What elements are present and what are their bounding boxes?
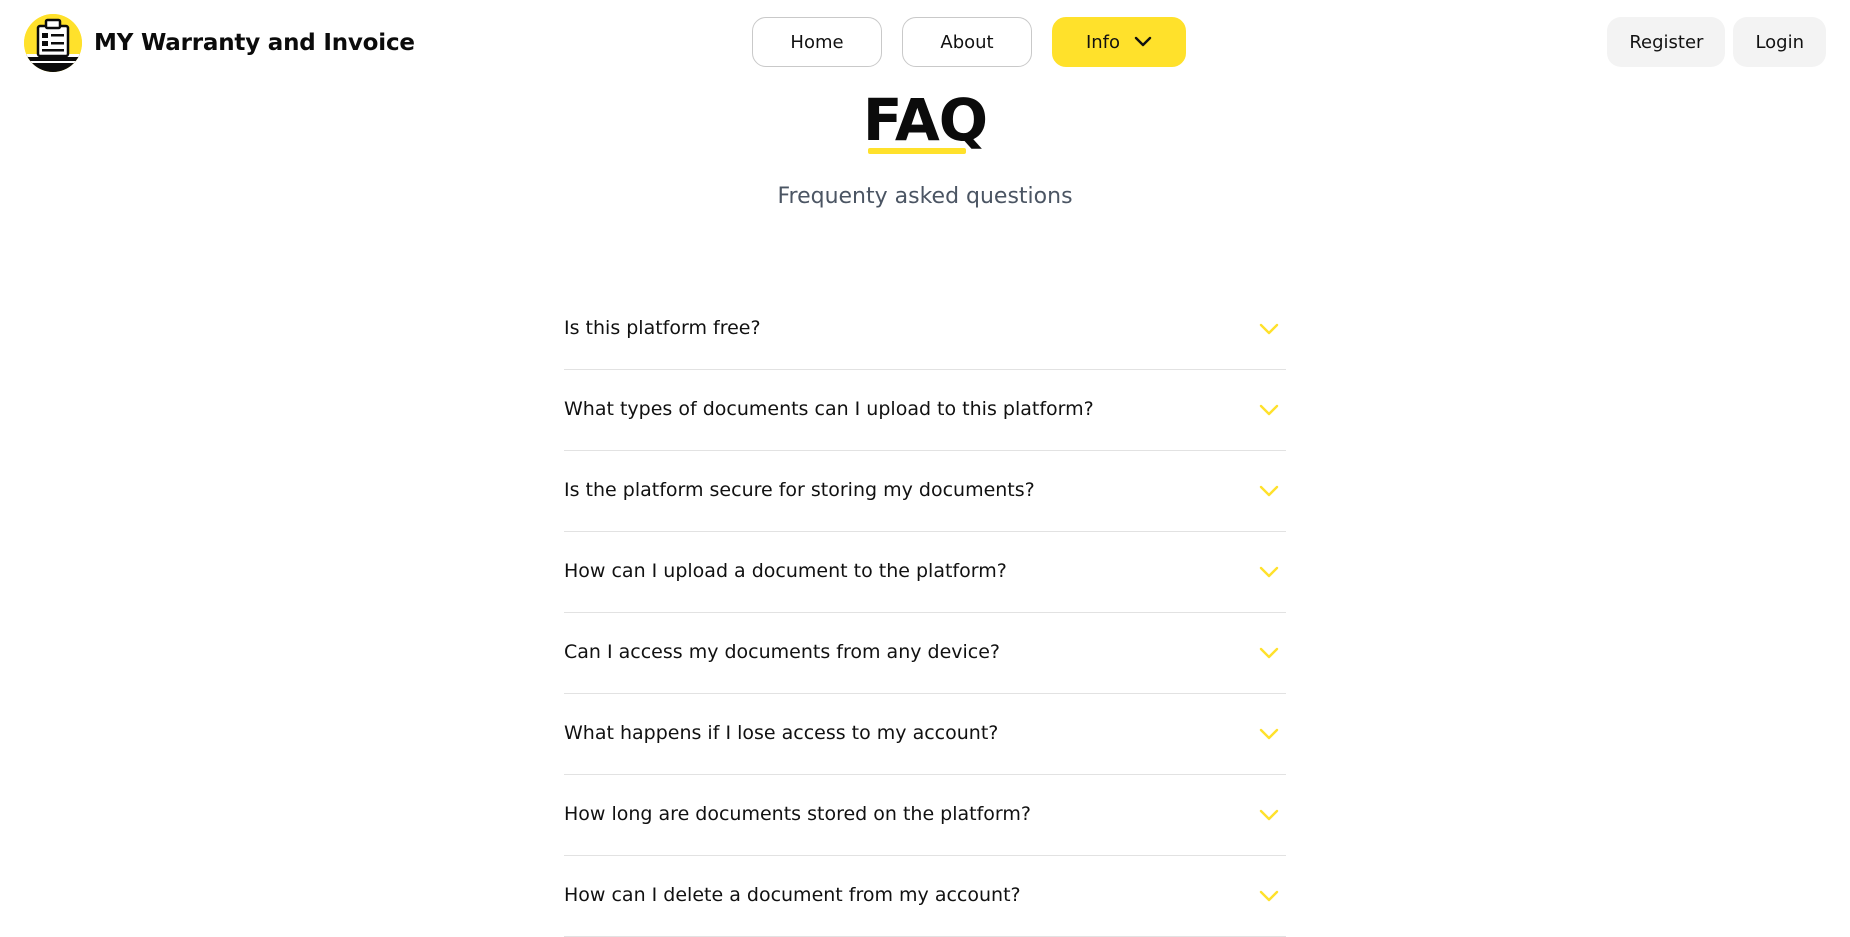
faq-question: What happens if I lose access to my acco… <box>564 722 999 744</box>
faq-question: What types of documents can I upload to … <box>564 398 1094 420</box>
chevron-down-icon[interactable] <box>1258 885 1280 907</box>
faq-item[interactable]: How can I delete a document from my acco… <box>564 856 1286 937</box>
faq-question: How long are documents stored on the pla… <box>564 803 1032 825</box>
navbar: MY Warranty and Invoice Home About Info … <box>0 0 1850 88</box>
faq-item[interactable]: Is the platform secure for storing my do… <box>564 451 1286 532</box>
faq-question: How can I upload a document to the platf… <box>564 560 1007 582</box>
faq-question: Can I access my documents from any devic… <box>564 641 1001 663</box>
chevron-down-icon[interactable] <box>1258 723 1280 745</box>
chevron-down-icon[interactable] <box>1258 318 1280 340</box>
faq-question: Is the platform secure for storing my do… <box>564 479 1035 501</box>
chevron-down-icon[interactable] <box>1258 561 1280 583</box>
login-button[interactable]: Login <box>1733 17 1826 67</box>
faq-item[interactable]: Can I access my documents from any devic… <box>564 613 1286 694</box>
faq-list: Is this platform free? What types of doc… <box>564 289 1286 937</box>
chevron-down-icon <box>1134 32 1152 53</box>
nav-home-button[interactable]: Home <box>752 17 882 67</box>
page-title: FAQ <box>862 86 988 154</box>
faq-item[interactable]: What happens if I lose access to my acco… <box>564 694 1286 775</box>
nav-about-button[interactable]: About <box>902 17 1032 67</box>
faq-item[interactable]: How long are documents stored on the pla… <box>564 775 1286 856</box>
main-nav: Home About Info <box>752 17 1186 67</box>
faq-item[interactable]: Is this platform free? <box>564 289 1286 370</box>
faq-question: Is this platform free? <box>564 317 761 339</box>
chevron-down-icon[interactable] <box>1258 399 1280 421</box>
nav-info-dropdown[interactable]: Info <box>1052 17 1186 67</box>
brand[interactable]: MY Warranty and Invoice <box>24 14 415 72</box>
brand-name: MY Warranty and Invoice <box>94 30 415 56</box>
nav-info-label: Info <box>1085 31 1121 53</box>
warranty-logo-icon <box>24 14 82 72</box>
register-button[interactable]: Register <box>1607 17 1726 67</box>
chevron-down-icon[interactable] <box>1258 804 1280 826</box>
chevron-down-icon[interactable] <box>1258 642 1280 664</box>
faq-item[interactable]: How can I upload a document to the platf… <box>564 532 1286 613</box>
chevron-down-icon[interactable] <box>1258 480 1280 502</box>
faq-question: How can I delete a document from my acco… <box>564 884 1021 906</box>
title-underline <box>868 148 966 154</box>
auth-nav: Register Login <box>1607 17 1826 67</box>
faq-item[interactable]: What types of documents can I upload to … <box>564 370 1286 451</box>
page-subtitle: Frequenty asked questions <box>777 184 1073 209</box>
